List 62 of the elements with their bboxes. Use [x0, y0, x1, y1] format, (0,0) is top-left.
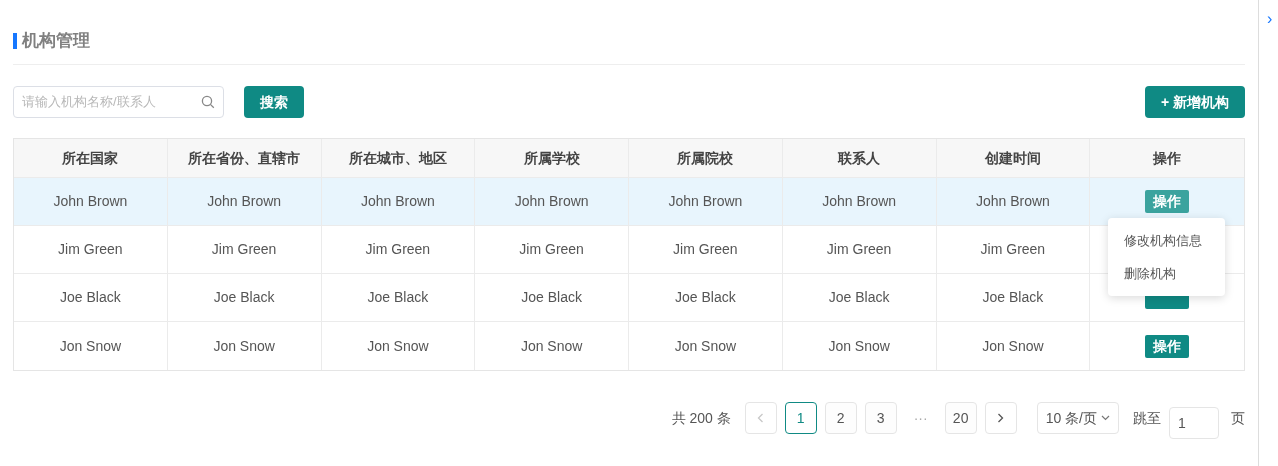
chevron-right-icon [997, 413, 1005, 423]
column-header: 所属学校 [523, 148, 580, 168]
page-jump-field[interactable]: 1 [1169, 407, 1219, 439]
table-cell-text: Jim Green [58, 240, 123, 259]
table-cell-text: Joe Black [675, 288, 736, 307]
next-page-button[interactable] [984, 402, 1017, 434]
jump-label: 跳至 [1133, 408, 1161, 428]
column-header: 所在国家 [62, 148, 119, 168]
column-header: 所属院校 [677, 148, 734, 168]
page-button[interactable]: 2 [824, 402, 857, 434]
column-header: 所在城市、地区 [348, 148, 447, 168]
table-cell-text: Joe Black [828, 288, 890, 307]
table-cell-text: Joe Black [521, 288, 582, 307]
table-cell-text: Jon Snow [59, 336, 122, 356]
table-cell-text: John Brown [53, 192, 128, 211]
action-button[interactable]: 操作 [1145, 334, 1190, 358]
table-cell-text: John Brown [668, 192, 743, 211]
table-cell-text: Jon Snow [520, 336, 583, 356]
table-cell-text: Jon Snow [367, 336, 429, 356]
page-suffix: 页 [1231, 408, 1245, 428]
table-cell-text: John Brown [822, 192, 897, 211]
table-cell-text: Joe Black [367, 288, 429, 307]
table-cell-text: Jim Green [519, 240, 584, 259]
table-cell-text: Jon Snow [982, 336, 1044, 356]
chevron-left-icon [757, 413, 765, 423]
column-header: 创建时间 [984, 148, 1041, 168]
table-cell-text: John Brown [360, 192, 435, 211]
table-cell-text: Jon Snow [674, 336, 737, 356]
total-count: 共 200 条 [671, 408, 731, 428]
previous-page-button[interactable] [744, 402, 777, 434]
search-button[interactable]: 搜索 [244, 86, 304, 118]
table-cell-text: Jim Green [980, 240, 1046, 259]
table-cell-text: John Brown [514, 192, 589, 211]
search-field[interactable]: 请输入机构名称/联系人 [13, 86, 224, 118]
table-cell-text: Jim Green [826, 240, 892, 259]
menu-item[interactable]: 删除机构 [1108, 257, 1225, 290]
page-button[interactable]: 20 [944, 402, 977, 434]
table-cell-text: Jim Green [673, 240, 738, 259]
table-cell-text: Jon Snow [828, 336, 890, 356]
table-cell-text: Jon Snow [213, 336, 275, 356]
table-cell-text: Joe Black [982, 288, 1044, 307]
column-header: 联系人 [838, 148, 881, 168]
search-input[interactable]: 请输入机构名称/联系人 [22, 92, 201, 112]
page-ellipsis: ··· [912, 408, 929, 428]
page-button[interactable]: 3 [864, 402, 897, 434]
search-icon [201, 95, 215, 109]
page-size-select[interactable]: 10 条/页 [1036, 402, 1119, 434]
chevron-down-icon [1101, 415, 1110, 421]
menu-item[interactable]: 修改机构信息 [1108, 224, 1225, 257]
column-header: 所在省份、直辖市 [188, 148, 301, 168]
add-button[interactable]: + 新增机构 [1144, 86, 1245, 118]
column-header: 操作 [1153, 148, 1182, 168]
expand-toggle[interactable]: › [1267, 9, 1273, 29]
table-cell-text: John Brown [207, 192, 282, 211]
title-accent-bar [13, 33, 17, 49]
table-cell-text: Joe Black [213, 288, 275, 307]
table-cell-text: Jim Green [211, 240, 277, 259]
table-cell-text: Joe Black [60, 288, 121, 307]
table-cell-text: John Brown [975, 192, 1050, 211]
page-title: 机构管理 [22, 30, 90, 52]
table-cell-text: Jim Green [365, 240, 431, 259]
page-button[interactable]: 1 [784, 402, 817, 434]
